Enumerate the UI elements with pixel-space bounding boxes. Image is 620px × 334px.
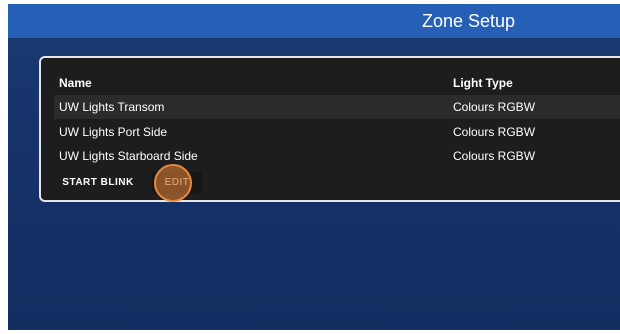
zone-light-type: Colours RGBW: [453, 125, 536, 139]
zone-light-type: Colours RGBW: [453, 100, 536, 114]
start-blink-button[interactable]: START BLINK: [54, 172, 142, 194]
zone-setup-screen: Zone Setup Name Light Type UW Lights Tra…: [8, 4, 620, 330]
zone-name: UW Lights Transom: [59, 100, 165, 114]
table-row[interactable]: UW Lights Starboard Side Colours RGBW: [54, 144, 620, 168]
page-title: Zone Setup: [422, 11, 516, 31]
table-header-row: Name Light Type: [54, 71, 620, 95]
table-row[interactable]: UW Lights Port Side Colours RGBW: [54, 120, 620, 144]
zone-table-panel: Name Light Type UW Lights Transom Colour…: [39, 56, 620, 202]
title-bar: Zone Setup: [8, 4, 620, 38]
column-header-name: Name: [59, 76, 92, 90]
table-row[interactable]: UW Lights Transom Colours RGBW: [54, 95, 620, 119]
zone-name: UW Lights Port Side: [59, 125, 168, 139]
column-header-light-type: Light Type: [453, 76, 513, 90]
zone-light-type: Colours RGBW: [453, 149, 536, 163]
edit-button[interactable]: EDIT: [152, 172, 202, 194]
zone-name: UW Lights Starboard Side: [59, 149, 198, 163]
